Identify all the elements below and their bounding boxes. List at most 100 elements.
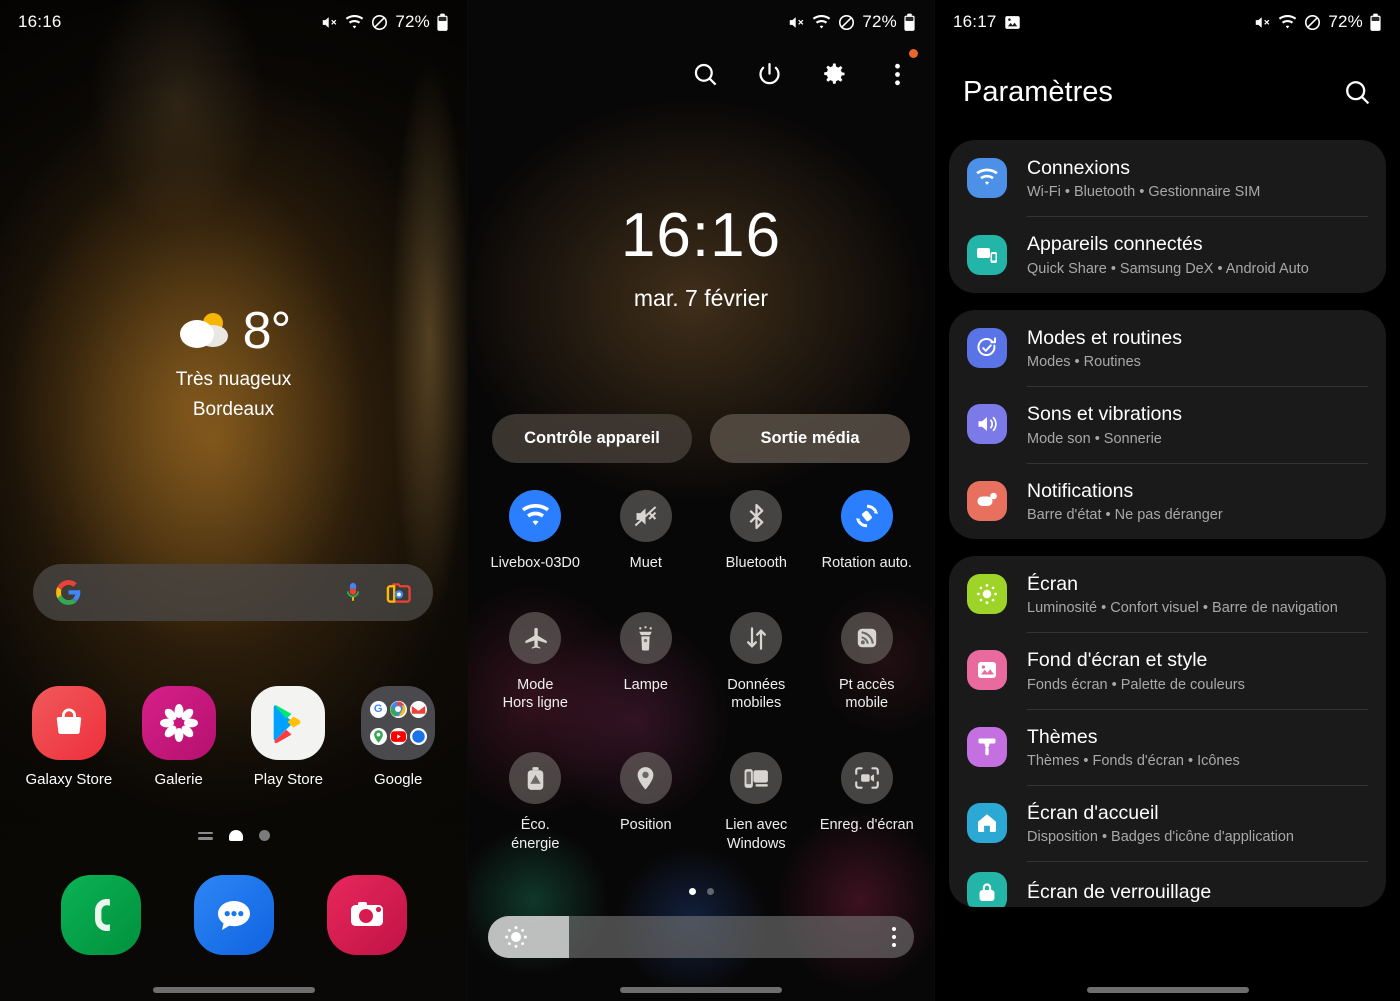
gallery-flower-icon (141, 686, 216, 760)
battery-icon (436, 13, 449, 32)
settings-group-connections: Connexions Wi-Fi • Bluetooth • Gestionna… (949, 140, 1386, 293)
page-dot-icon[interactable] (258, 830, 270, 841)
mini-chrome-icon (389, 700, 407, 718)
app-grid: Galaxy Store Galerie Play Store G Google (0, 686, 467, 788)
tile-location[interactable]: Position (591, 752, 702, 852)
mute-icon (320, 13, 339, 32)
settings-item-ecran-de-verrouillage[interactable]: Écran de verrouillage (953, 861, 1382, 908)
search-icon[interactable] (692, 61, 719, 88)
nav-gesture-pill[interactable] (1086, 987, 1249, 993)
tile-mute[interactable]: Muet (591, 490, 702, 572)
device-control-button[interactable]: Contrôle appareil (492, 414, 692, 463)
app-play-store[interactable]: Play Store (240, 686, 336, 788)
google-lens-icon[interactable] (386, 582, 411, 604)
settings-item-title: Thèmes (1027, 725, 1098, 748)
tile-label: Rotation auto. (821, 555, 912, 571)
tile-label: Mode Hors ligne (502, 677, 568, 712)
tile-label: Muet (629, 555, 662, 571)
dock (0, 875, 467, 955)
page-title: Paramètres (963, 75, 1113, 108)
google-g-icon (55, 579, 82, 606)
search-icon[interactable] (1343, 78, 1372, 107)
quick-panel-clock: 16:16 mar. 7 février (468, 205, 934, 312)
brightness-icon (504, 925, 528, 949)
camera-icon[interactable] (326, 875, 407, 955)
mini-maps-icon (369, 728, 387, 746)
settings-item-title: Écran (1027, 572, 1078, 595)
hotspot-icon (840, 612, 893, 665)
settings-item-title: Fond d'écran et style (1027, 649, 1208, 672)
settings-item-appareils-connectes[interactable]: Appareils connectés Quick Share • Samsun… (953, 216, 1382, 292)
nav-gesture-pill[interactable] (620, 987, 782, 993)
settings-item-subtitle: Thèmes • Fonds d'écran • Icônes (1027, 753, 1240, 769)
home-page-active-icon[interactable] (228, 830, 243, 841)
battery-percentage: 72% (1328, 12, 1363, 31)
battery-icon (903, 13, 916, 32)
settings-item-subtitle: Wi-Fi • Bluetooth • Gestionnaire SIM (1027, 184, 1261, 201)
gear-icon[interactable] (820, 60, 848, 88)
battery-icon (1369, 13, 1382, 32)
tile-mobile-hotspot[interactable]: Pt accès mobile (812, 612, 923, 712)
mini-youtube-icon (389, 728, 407, 746)
mute-icon (1253, 13, 1272, 32)
messages-icon[interactable] (193, 875, 274, 955)
settings-item-title: Modes et routines (1027, 326, 1183, 349)
tile-label: Position (619, 817, 672, 834)
settings-item-modes-et-routines[interactable]: Modes et routines Modes • Routines (953, 310, 1382, 386)
tile-auto-rotate[interactable]: Rotation auto. (812, 490, 923, 572)
app-galerie[interactable]: Galerie (131, 686, 227, 788)
settings-item-subtitle: Barre d'état • Ne pas déranger (1027, 506, 1223, 523)
settings-group-modes-sound: Modes et routines Modes • Routines Sons … (949, 309, 1386, 539)
quickpanel-status-bar: 72% (468, 0, 934, 44)
brightness-slider[interactable] (488, 916, 914, 958)
app-google-folder[interactable]: G Google (350, 686, 446, 788)
settings-item-ecran-daccueil[interactable]: Écran d'accueil Disposition • Badges d'i… (953, 785, 1382, 861)
sound-icon (967, 404, 1007, 445)
more-vertical-icon[interactable] (892, 927, 896, 947)
quick-panel-pills: Contrôle appareil Sortie média (468, 414, 934, 463)
nav-gesture-pill[interactable] (152, 987, 315, 993)
tile-screen-recorder[interactable]: Enreg. d'écran (812, 752, 923, 852)
settings-item-sons-et-vibrations[interactable]: Sons et vibrations Mode son • Sonnerie (953, 386, 1382, 462)
settings-item-subtitle: Mode son • Sonnerie (1027, 430, 1162, 447)
settings-item-connexions[interactable]: Connexions Wi-Fi • Bluetooth • Gestionna… (953, 140, 1382, 216)
microphone-icon[interactable] (342, 581, 364, 605)
battery-percentage: 72% (862, 12, 897, 31)
tile-power-saving[interactable]: Éco. énergie (480, 752, 591, 852)
app-galaxy-store[interactable]: Galaxy Store (21, 686, 117, 788)
power-icon[interactable] (756, 61, 783, 88)
tile-flashlight[interactable]: Lampe (591, 612, 702, 712)
page-dot[interactable] (706, 888, 714, 895)
more-icon[interactable] (885, 48, 918, 88)
tile-airplane-mode[interactable]: Mode Hors ligne (480, 612, 591, 712)
weather-widget[interactable]: 8° Très nuageux Bordeaux (0, 305, 467, 421)
phone-icon[interactable] (60, 875, 141, 955)
do-not-disturb-icon (1303, 13, 1322, 32)
mini-google-icon: G (369, 700, 387, 718)
settings-item-ecran[interactable]: Écran Luminosité • Confort visuel • Barr… (953, 556, 1382, 632)
wifi-icon (345, 13, 364, 32)
tile-wifi[interactable]: Livebox-03D0 (480, 490, 591, 572)
media-output-button[interactable]: Sortie média (710, 414, 910, 463)
display-icon (967, 574, 1007, 615)
tile-label: Éco. énergie (511, 817, 560, 852)
tile-label: Pt accès mobile (838, 677, 895, 712)
themes-icon (967, 726, 1007, 767)
modes-routines-icon (967, 327, 1007, 368)
tile-bluetooth[interactable]: Bluetooth (701, 490, 812, 572)
page-dot-active[interactable] (688, 888, 696, 895)
power-saving-icon (509, 752, 562, 805)
settings-item-subtitle: Quick Share • Samsung DeX • Android Auto (1027, 260, 1309, 277)
tile-link-to-windows[interactable]: Lien avec Windows (701, 752, 812, 852)
settings-item-notifications[interactable]: Notifications Barre d'état • Ne pas déra… (953, 462, 1382, 539)
settings-item-themes[interactable]: Thèmes Thèmes • Fonds d'écran • Icônes (953, 708, 1382, 785)
home-screen-panel: 16:16 72% 8° Très nuageux Bordeaux Galax… (0, 0, 467, 1001)
google-search-bar[interactable] (33, 564, 433, 621)
screenshot-icon (1004, 14, 1021, 31)
wallpaper-icon (967, 650, 1007, 691)
do-not-disturb-icon (837, 13, 856, 32)
app-list-icon[interactable] (197, 831, 213, 840)
tile-mobile-data[interactable]: Données mobiles (701, 612, 812, 712)
status-time: 16:17 (953, 12, 997, 31)
settings-item-fond-decran-et-style[interactable]: Fond d'écran et style Fonds écran • Pale… (953, 632, 1382, 708)
